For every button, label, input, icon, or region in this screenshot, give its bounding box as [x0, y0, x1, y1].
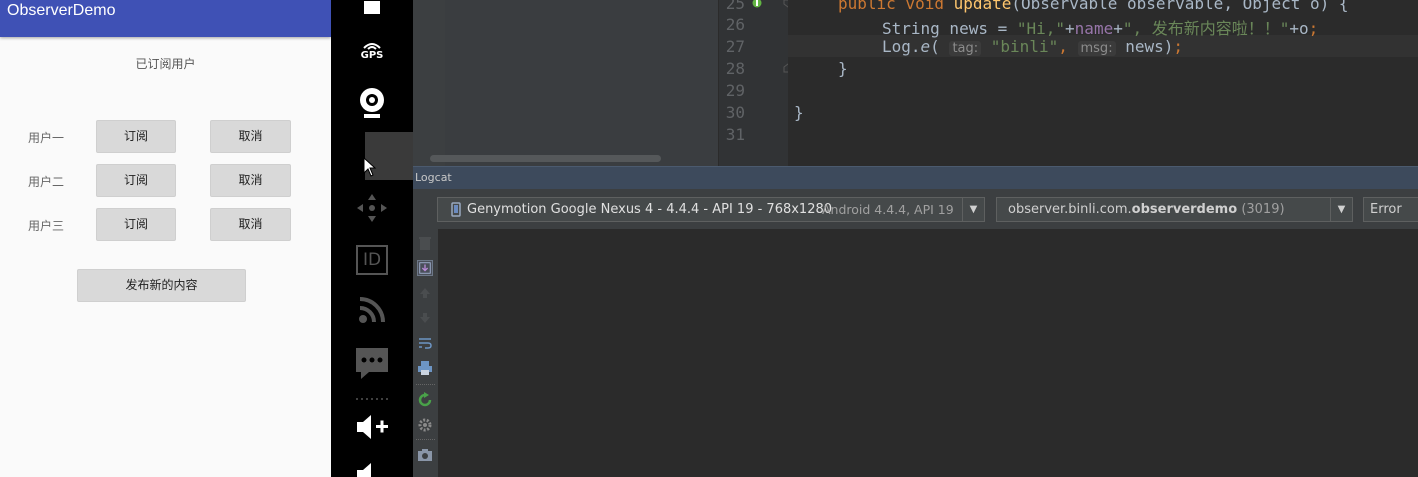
logcat-output[interactable]: [440, 229, 1418, 477]
down-arrow-icon[interactable]: [417, 310, 433, 326]
android-screen: ObserverDemo 已订阅用户 用户一 订阅 取消 用户二 订阅 取消 用…: [0, 0, 331, 477]
code-line-27: Log.e( tag: "binli", msg: news);: [882, 37, 1184, 56]
side-separator: [416, 384, 435, 385]
horizontal-scrollbar[interactable]: [430, 155, 661, 162]
volume-down-icon[interactable]: [331, 460, 413, 477]
publish-content-button[interactable]: 发布新的内容: [77, 269, 246, 302]
dpad-icon[interactable]: [331, 192, 413, 224]
device-selector[interactable]: Genymotion Google Nexus 4 - 4.4.4 - API …: [437, 197, 985, 222]
power-icon[interactable]: [331, 0, 413, 16]
id-icon[interactable]: ID: [331, 243, 413, 277]
code-line-30: }: [794, 103, 804, 122]
mouse-cursor-icon: [363, 157, 377, 177]
user-three-subscribe-button[interactable]: 订阅: [96, 208, 176, 241]
device-detail: Android 4.4.4, API 19: [822, 202, 954, 217]
line-number: 30: [725, 103, 745, 122]
code-editor[interactable]: public void update(Observable observable…: [788, 0, 1418, 166]
line-number: 31: [725, 125, 745, 144]
print-icon[interactable]: [417, 360, 433, 376]
process-name: observer.binli.com.observerdemo (3019): [1008, 198, 1285, 221]
editor-gutter: 25 26 27 28 29 30 31: [718, 0, 793, 166]
logcat-side-toolbar: [413, 229, 438, 477]
code-line-26: String news = "Hi,"+name+", 发布新内容啦！！"+o;: [882, 19, 1319, 38]
up-arrow-icon[interactable]: [417, 285, 433, 301]
toolbar-separator: [331, 395, 413, 403]
code-line-28: }: [838, 59, 848, 78]
user-two-subscribe-button[interactable]: 订阅: [96, 164, 176, 197]
gps-icon[interactable]: GPS: [331, 36, 413, 64]
logcat-header[interactable]: Logcat: [413, 166, 1418, 189]
device-name: Genymotion Google Nexus 4 - 4.4.4 - API …: [467, 202, 833, 217]
chevron-down-icon: ▼: [1330, 198, 1352, 221]
user-one-cancel-button[interactable]: 取消: [210, 120, 291, 153]
gear-icon[interactable]: [417, 417, 433, 433]
rss-icon[interactable]: [331, 295, 413, 325]
user-two-cancel-button[interactable]: 取消: [210, 164, 291, 197]
process-pid: (3019): [1241, 202, 1285, 217]
emulator-toolbar: GPS ID: [331, 0, 413, 477]
process-prefix: observer.binli.com.: [1008, 202, 1132, 217]
override-marker-icon[interactable]: [752, 0, 762, 8]
logcat-toolbar: Genymotion Google Nexus 4 - 4.4.4 - API …: [413, 189, 1418, 229]
process-selector[interactable]: observer.binli.com.observerdemo (3019) ▼: [996, 197, 1353, 222]
project-panel: [413, 0, 718, 166]
scroll-to-end-icon[interactable]: [417, 260, 433, 276]
line-number: 26: [725, 15, 745, 34]
code-line-25: public void update(Observable observable…: [838, 0, 1349, 13]
app-title: ObserverDemo: [7, 2, 116, 19]
user-three-cancel-button[interactable]: 取消: [210, 208, 291, 241]
sms-icon[interactable]: [331, 346, 413, 380]
app-bar: ObserverDemo: [0, 0, 331, 37]
log-level-selector[interactable]: Error: [1363, 197, 1418, 222]
log-level: Error: [1370, 202, 1402, 217]
id-label: ID: [356, 245, 388, 275]
soft-wrap-icon[interactable]: [417, 335, 433, 351]
chevron-down-icon: ▼: [962, 198, 984, 221]
subscribed-users-label: 已订阅用户: [135, 57, 196, 71]
logcat-title: Logcat: [415, 171, 452, 184]
trash-icon[interactable]: [417, 235, 433, 251]
line-number: 25: [725, 0, 745, 13]
user-one-label: 用户一: [28, 131, 65, 145]
project-tree: [445, 0, 718, 166]
restart-icon[interactable]: [417, 392, 433, 408]
volume-up-icon[interactable]: [331, 412, 413, 442]
user-three-label: 用户三: [28, 219, 65, 233]
user-one-subscribe-button[interactable]: 订阅: [96, 120, 176, 153]
line-number: 29: [725, 81, 745, 100]
gps-label: GPS: [360, 49, 384, 61]
webcam-icon[interactable]: [331, 86, 413, 120]
side-separator: [416, 439, 435, 440]
screenshot-icon[interactable]: [417, 447, 433, 463]
line-number: 28: [725, 59, 745, 78]
process-app: observerdemo: [1131, 202, 1238, 217]
logcat-panel: Genymotion Google Nexus 4 - 4.4.4 - API …: [413, 189, 1418, 477]
device-icon: [451, 202, 461, 217]
user-two-label: 用户二: [28, 175, 65, 189]
line-number: 27: [725, 37, 745, 56]
